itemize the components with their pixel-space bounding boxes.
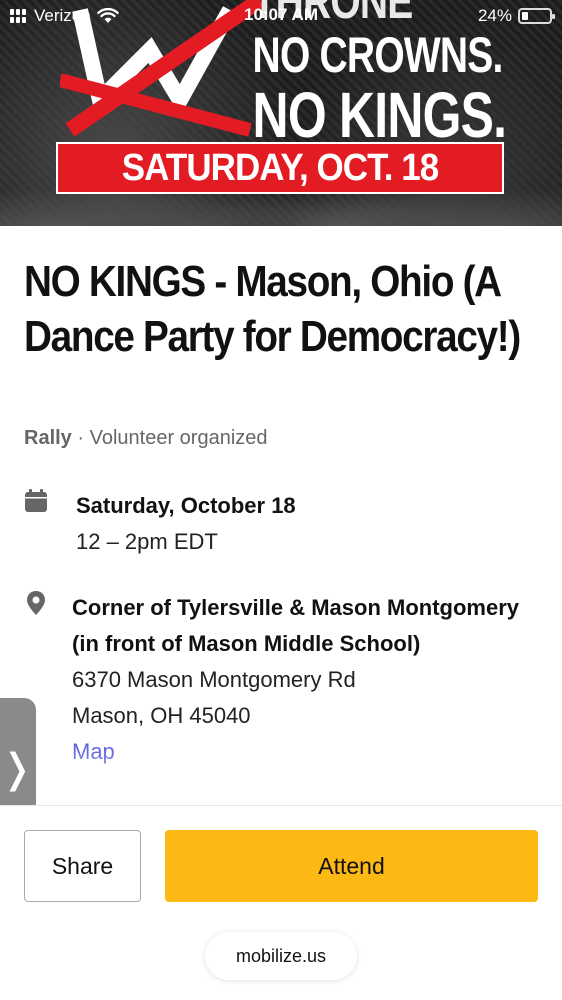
event-meta: Rally · Volunteer organized (24, 427, 268, 450)
address-line-1: 6370 Mason Montgomery Rd (72, 667, 356, 692)
event-time: 12 – 2pm EDT (76, 529, 218, 554)
event-organizer: Volunteer organized (89, 427, 268, 449)
share-button[interactable]: Share (24, 830, 141, 902)
map-link[interactable]: Map (72, 734, 532, 770)
address-line-2: Mason, OH 45040 (72, 703, 251, 728)
event-date: Saturday, October 18 (76, 493, 296, 518)
chevron-right-icon: ❭ (0, 746, 34, 792)
status-bar: Verizon 10:07 AM 24% (0, 0, 562, 32)
battery-percent: 24% (477, 6, 512, 25)
location-name: Corner of Tylersville & Mason Montgomery… (72, 595, 520, 656)
calendar-icon (25, 489, 47, 512)
meta-separator: · (71, 427, 90, 449)
status-right: 24% (477, 6, 555, 26)
attend-button[interactable]: Attend (165, 830, 538, 902)
event-page: THRONE NO CROWNS. NO KINGS. SATURDAY, OC… (0, 0, 562, 1000)
event-title: NO KINGS - Mason, Ohio (A Dance Party fo… (24, 257, 521, 361)
banner-date-band: SATURDAY, OCT. 18 (56, 142, 504, 194)
battery-fill (522, 12, 528, 20)
location-pin-icon (27, 591, 45, 615)
event-banner-image: THRONE NO CROWNS. NO KINGS. SATURDAY, OC… (0, 0, 562, 226)
event-location: Corner of Tylersville & Mason Montgomery… (24, 590, 519, 764)
event-type: Rally (24, 427, 72, 449)
browser-url-pill[interactable]: mobilize.us (205, 932, 357, 980)
banner-date: SATURDAY, OCT. 18 (121, 146, 439, 189)
battery-icon (518, 8, 555, 24)
action-bar: Share Attend mobilize.us (0, 805, 562, 1000)
event-datetime: Saturday, October 18 12 – 2pm EDT (24, 488, 296, 554)
banner-headline-mid: NO CROWNS. (252, 27, 503, 83)
banner-headline-bottom: NO KINGS. (252, 79, 506, 151)
